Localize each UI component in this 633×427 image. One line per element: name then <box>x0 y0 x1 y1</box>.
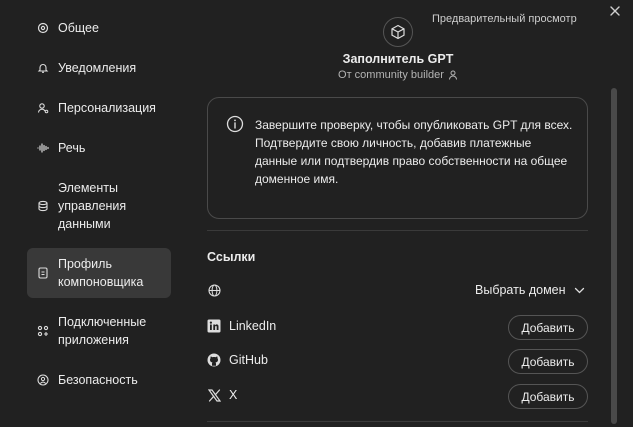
close-button[interactable] <box>606 2 624 20</box>
sidebar-item-notifications[interactable]: Уведомления <box>27 52 171 84</box>
close-icon <box>610 6 620 16</box>
sidebar-item-label: Подключенные приложения <box>58 315 147 347</box>
sidebar-item-general[interactable]: Общее <box>27 12 171 44</box>
add-x-button[interactable]: Добавить <box>508 384 588 409</box>
globe-icon <box>207 283 221 297</box>
preview-label: Предварительный просмотр <box>432 13 577 25</box>
sidebar-item-data-controls[interactable]: Элементы управления данными <box>27 172 171 240</box>
id-card-icon <box>36 264 50 282</box>
sidebar-item-label: Уведомления <box>58 61 137 75</box>
sidebar-item-label: Элементы управления данными <box>58 181 127 231</box>
bell-icon <box>36 59 50 77</box>
gpt-avatar <box>383 17 413 47</box>
author-label: От community builder <box>338 69 444 81</box>
sidebar-item-label: Персонализация <box>58 101 156 115</box>
alert-text: Завершите проверку, чтобы опубликовать G… <box>255 116 575 188</box>
add-linkedin-button[interactable]: Добавить <box>508 315 588 340</box>
apps-grid-icon <box>36 322 50 340</box>
alert-line-1: Завершите проверку, чтобы опубликовать G… <box>255 118 573 132</box>
divider <box>207 230 588 231</box>
link-label-linkedin: LinkedIn <box>229 319 277 333</box>
gpt-name: Заполнитель GPT <box>342 52 454 66</box>
person-icon <box>448 70 457 80</box>
scrollbar[interactable] <box>611 88 617 424</box>
sidebar-item-connected-apps[interactable]: Подключенные приложения <box>27 306 171 356</box>
divider <box>207 421 588 422</box>
verification-alert: Завершите проверку, чтобы опубликовать G… <box>207 97 588 219</box>
links-section-title: Ссылки <box>207 250 256 264</box>
sidebar-item-label: Безопасность <box>58 373 138 387</box>
gear-icon <box>36 19 50 37</box>
domain-select-label: Выбрать домен <box>475 283 566 297</box>
sidebar-item-label: Профиль компоновщика <box>58 257 144 289</box>
sidebar-item-label: Речь <box>58 141 86 155</box>
gpt-author: От community builder <box>300 69 496 81</box>
database-icon <box>36 197 50 215</box>
info-icon <box>226 115 244 133</box>
add-github-button[interactable]: Добавить <box>508 349 588 374</box>
shield-icon <box>36 371 50 389</box>
link-label-x: X <box>229 388 238 402</box>
sidebar-item-builder-profile[interactable]: Профиль компоновщика <box>27 248 171 298</box>
link-label-github: GitHub <box>229 353 268 367</box>
x-logo-icon <box>207 388 221 402</box>
linkedin-icon <box>207 319 221 333</box>
sidebar-item-speech[interactable]: Речь <box>27 132 171 164</box>
waveform-icon <box>36 139 50 157</box>
domain-select[interactable]: Выбрать домен <box>475 283 585 297</box>
user-settings-icon <box>36 99 50 117</box>
chevron-down-icon <box>574 287 584 293</box>
alert-line-2: Подтвердите свою личность, добавив плате… <box>255 136 568 186</box>
cube-icon <box>391 24 405 40</box>
sidebar-item-personalization[interactable]: Персонализация <box>27 92 171 124</box>
github-icon <box>207 353 221 367</box>
settings-sidebar: Общее Уведомления Персонализация Речь Эл… <box>27 12 171 404</box>
sidebar-item-label: Общее <box>58 21 99 35</box>
sidebar-item-security[interactable]: Безопасность <box>27 364 171 396</box>
